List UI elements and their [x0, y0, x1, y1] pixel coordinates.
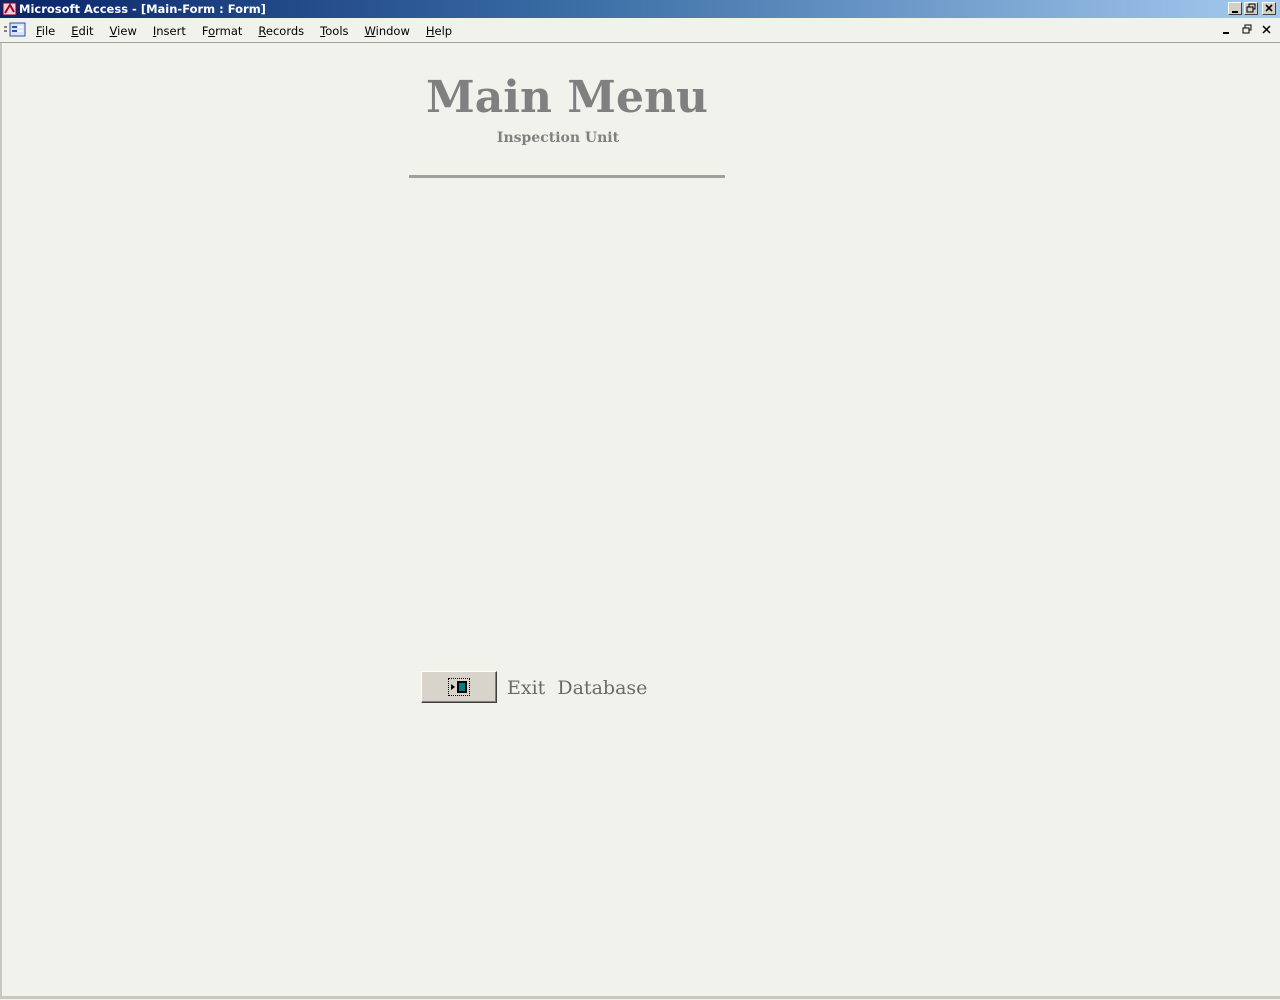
menu-tools[interactable]: Tools: [312, 23, 356, 39]
restore-button[interactable]: [1244, 2, 1258, 15]
divider-line: [409, 175, 725, 178]
menu-records[interactable]: Records: [250, 23, 312, 39]
window-title: Microsoft Access - [Main-Form : Form]: [19, 2, 266, 16]
form-area: [0, 43, 1280, 999]
menu-bar: File Edit View Insert Format Records Too…: [0, 18, 1280, 43]
exit-database-label: Exit Database: [507, 677, 648, 699]
form-subtitle: Inspection Unit: [496, 130, 620, 146]
exit-database-button[interactable]: [421, 671, 497, 703]
menu-view[interactable]: View: [102, 23, 145, 39]
close-icon: [1265, 4, 1273, 12]
access-key-icon[interactable]: [2, 1, 18, 17]
menu-items: File Edit View Insert Format Records Too…: [28, 23, 460, 39]
title-bar: Microsoft Access - [Main-Form : Form]: [0, 0, 1280, 18]
minimize-icon: [1232, 11, 1238, 13]
menu-window[interactable]: Window: [357, 23, 418, 39]
page-title: Main Menu: [426, 72, 708, 123]
form-icon[interactable]: [4, 22, 26, 38]
menu-insert[interactable]: Insert: [145, 23, 194, 39]
mdi-restore-icon[interactable]: [1240, 23, 1254, 37]
mdi-controls: [1220, 23, 1274, 37]
minimize-button[interactable]: [1228, 2, 1242, 15]
mdi-minimize-icon[interactable]: [1220, 23, 1234, 37]
mdi-close-icon[interactable]: [1260, 23, 1274, 37]
exit-door-icon: [451, 681, 467, 693]
close-button[interactable]: [1262, 2, 1276, 15]
menu-edit[interactable]: Edit: [63, 23, 101, 39]
restore-icon: [1246, 3, 1256, 13]
menu-help[interactable]: Help: [418, 23, 460, 39]
menu-file[interactable]: File: [28, 23, 63, 39]
menu-format[interactable]: Format: [194, 23, 251, 39]
